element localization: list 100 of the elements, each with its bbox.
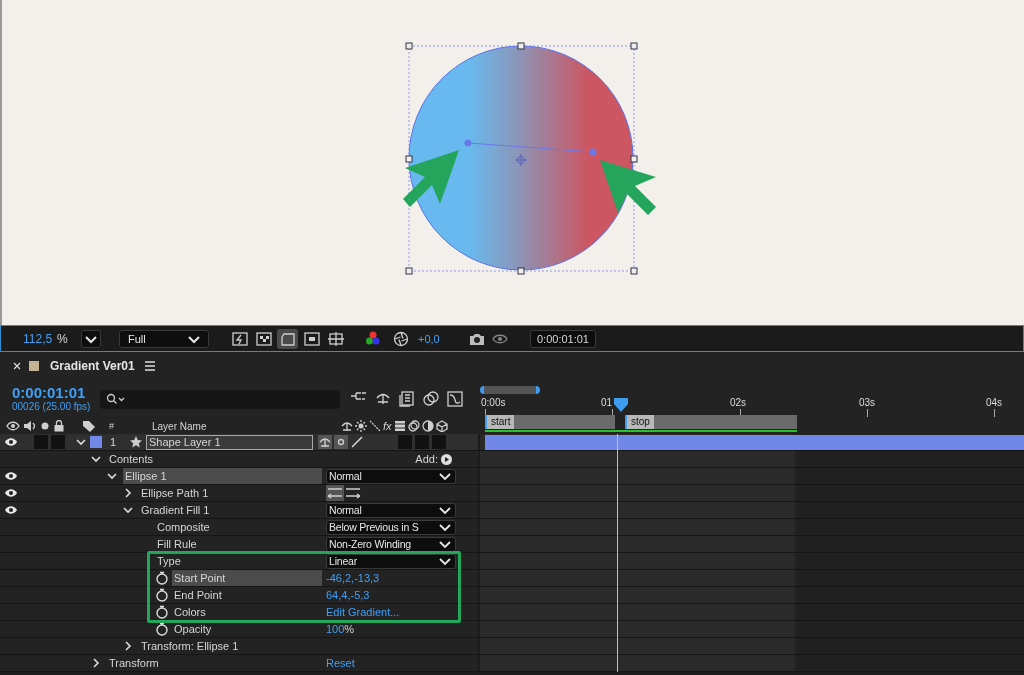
shy-icon[interactable]: [341, 420, 353, 432]
exposure-value[interactable]: +0,0: [418, 332, 468, 345]
property-name[interactable]: Fill Rule: [155, 536, 322, 552]
zoom-navigator[interactable]: [480, 386, 540, 394]
add-label: Add:: [415, 453, 438, 465]
eye-icon[interactable]: [6, 420, 20, 432]
ruler-label: 03s: [859, 397, 876, 408]
chevron-icon[interactable]: [90, 453, 102, 465]
switch[interactable]: [415, 435, 429, 449]
property-name[interactable]: Opacity: [172, 621, 322, 637]
column-heading: #: [109, 421, 115, 431]
lock-icon[interactable]: [53, 420, 65, 432]
current-time[interactable]: 0:00:01:01: [12, 385, 100, 401]
ruler-label: 02s: [730, 397, 747, 408]
value-unit: %: [344, 623, 355, 635]
aperture-icon[interactable]: [392, 329, 410, 348]
zoom-dropdown[interactable]: [81, 329, 101, 348]
property-name[interactable]: Gradient Fill 1: [139, 502, 322, 518]
film-frames-icon[interactable]: [398, 390, 416, 408]
motion-blur-icon[interactable]: [407, 420, 420, 432]
label-color[interactable]: [90, 436, 102, 448]
solo-dot-icon[interactable]: [40, 420, 50, 432]
dropdown[interactable]: Non-Zero Winding: [326, 536, 456, 552]
diagonal-line-icon[interactable]: [369, 420, 381, 432]
film-icon[interactable]: [393, 420, 406, 432]
switch[interactable]: [432, 435, 446, 449]
resolution-dropdown[interactable]: Full: [119, 329, 209, 348]
property-name[interactable]: Start Point: [172, 570, 322, 586]
play-circle-icon[interactable]: [441, 453, 452, 465]
dropdown[interactable]: Below Previous in S: [326, 519, 456, 535]
search-icon: [106, 393, 126, 405]
eye-icon[interactable]: [4, 437, 18, 447]
motion-blur-icon[interactable]: [422, 390, 440, 408]
comment-marker[interactable]: stop: [625, 415, 797, 429]
path-direction-icon[interactable]: [344, 485, 362, 501]
eye-icon[interactable]: [4, 471, 18, 481]
link[interactable]: Edit Gradient...: [326, 606, 400, 618]
lightning-icon: [230, 329, 249, 348]
ruler-tick: [740, 409, 741, 417]
grid-icon: [326, 329, 345, 348]
stopwatch-icon[interactable]: [155, 622, 169, 636]
chevron-icon[interactable]: [106, 470, 118, 482]
speaker-icon[interactable]: [23, 420, 37, 432]
switch[interactable]: [398, 435, 412, 449]
close-icon[interactable]: [12, 361, 22, 371]
menu-icon[interactable]: [143, 360, 156, 372]
lock-switch[interactable]: [51, 435, 65, 449]
property-name[interactable]: Ellipse 1: [123, 468, 322, 484]
graph-editor-icon[interactable]: [446, 390, 464, 408]
property-name[interactable]: End Point: [172, 587, 322, 603]
eye-icon[interactable]: [4, 505, 18, 515]
comment-marker[interactable]: start: [485, 415, 615, 429]
property-name[interactable]: Transform: [107, 655, 322, 671]
ruler-tick: [485, 409, 486, 417]
property-name[interactable]: Type: [155, 553, 322, 569]
column-heading: fx: [383, 420, 392, 432]
chevron-icon[interactable]: [122, 640, 134, 652]
arrow: [403, 150, 459, 207]
label-tag-icon[interactable]: [82, 420, 96, 432]
diagonal-line-icon[interactable]: [350, 435, 364, 449]
arrow: [600, 160, 656, 215]
chevron-icon[interactable]: [75, 436, 87, 448]
ruler-tick: [994, 409, 995, 417]
zoom-unit: %: [57, 331, 69, 346]
property-name[interactable]: Contents: [107, 451, 322, 467]
sun-icon[interactable]: [355, 420, 367, 432]
chevron-icon[interactable]: [122, 504, 134, 516]
dropdown[interactable]: Normal: [326, 468, 456, 484]
dropdown[interactable]: Normal: [326, 502, 456, 518]
toolbar-button[interactable]: [277, 328, 298, 349]
eye-icon[interactable]: [4, 488, 18, 498]
stopwatch-icon[interactable]: [155, 588, 169, 602]
time-field[interactable]: 0:00:01:01: [530, 329, 596, 348]
ruler-label: 0:00s: [481, 397, 506, 408]
search-field[interactable]: [100, 389, 340, 409]
chevron-icon[interactable]: [90, 657, 102, 669]
stopwatch-icon[interactable]: [155, 571, 169, 585]
zoom-value[interactable]: 112,5: [23, 331, 57, 346]
stopwatch-icon[interactable]: [155, 605, 169, 619]
property-name[interactable]: Composite: [155, 519, 322, 535]
playhead-icon[interactable]: [614, 398, 628, 412]
composition-swatch: [29, 361, 39, 371]
panel-tab[interactable]: Gradient Ver01: [50, 359, 135, 373]
layer-name-field[interactable]: Shape Layer 1: [146, 434, 313, 450]
adjustment-icon[interactable]: [421, 420, 434, 432]
property-value[interactable]: 64,4,-5,3: [326, 589, 370, 601]
sun-icon[interactable]: [334, 435, 348, 449]
layer-number: 1: [110, 436, 118, 448]
shy-icon[interactable]: [318, 435, 332, 449]
link[interactable]: Reset: [326, 657, 355, 669]
property-value[interactable]: -46,2,-13,3: [326, 572, 380, 584]
property-value[interactable]: 100: [326, 623, 345, 635]
solo-switch[interactable]: [34, 435, 48, 449]
ruler-label: 04s: [986, 397, 1003, 408]
column-heading: Layer Name: [152, 420, 208, 432]
cube-icon[interactable]: [435, 420, 448, 432]
property-name[interactable]: Colors: [172, 604, 322, 620]
checkerboard-icon: [254, 329, 273, 348]
chevron-icon[interactable]: [122, 487, 134, 499]
path-direction-icon[interactable]: [326, 485, 344, 501]
